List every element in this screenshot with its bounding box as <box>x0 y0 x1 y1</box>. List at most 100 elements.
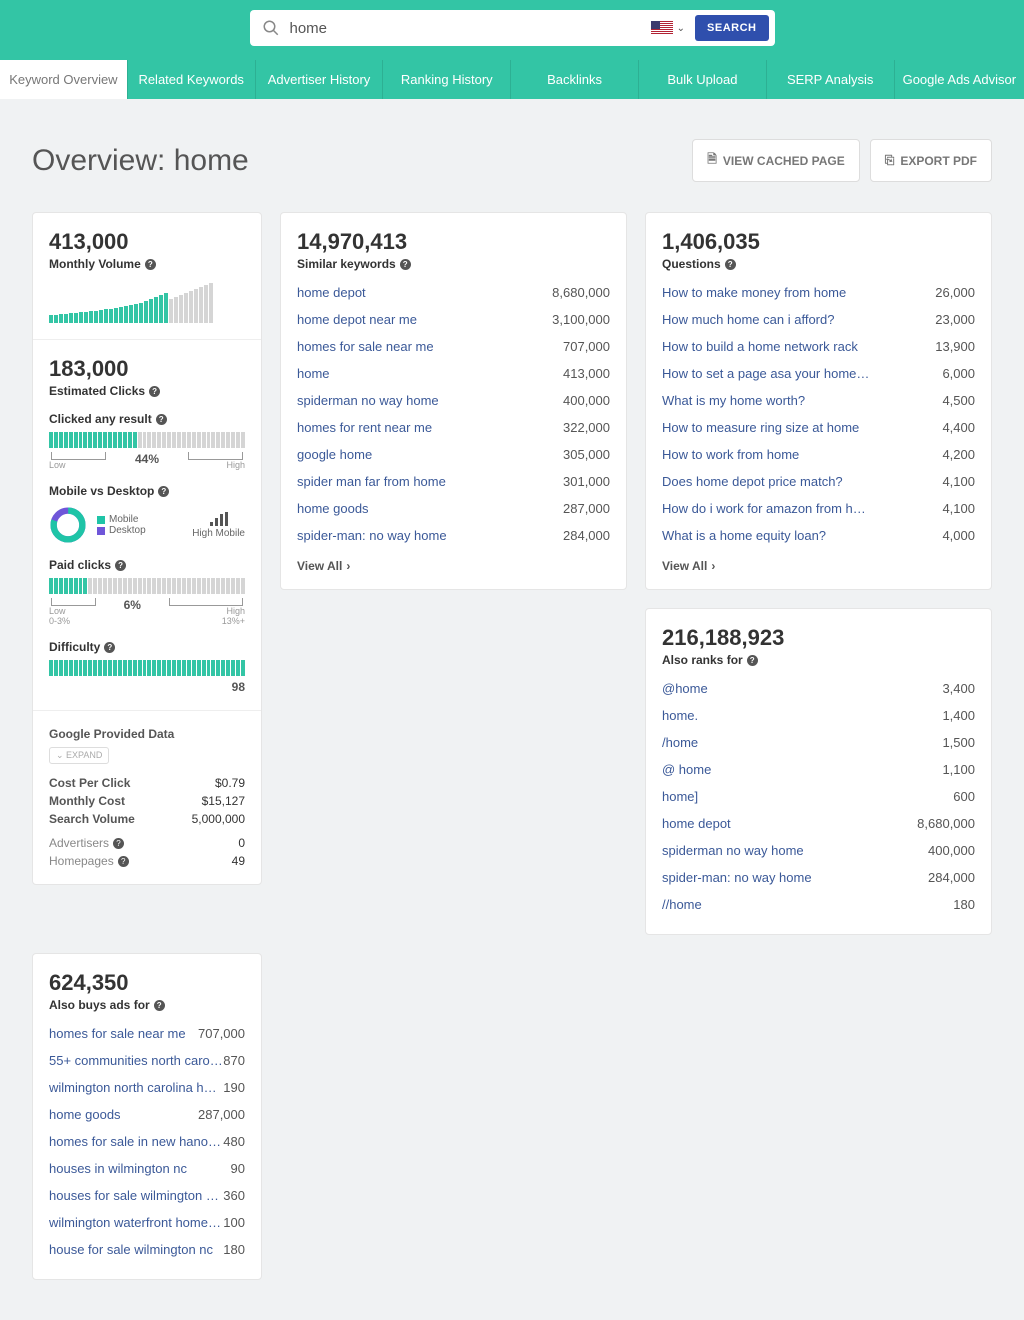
questions-list: How to make money from home26,000 How muc… <box>662 279 975 549</box>
keyword-link[interactable]: What is my home worth? <box>662 393 805 408</box>
grid: 413,000 Monthly Volume? 183,000 Estimate… <box>32 212 992 1280</box>
keyword-link[interactable]: home depot <box>297 285 366 300</box>
keyword-link[interactable]: spiderman no way home <box>662 843 804 858</box>
keyword-value: 180 <box>223 1242 245 1257</box>
keyword-link[interactable]: spider-man: no way home <box>297 528 447 543</box>
list-item: How to make money from home26,000 <box>662 279 975 306</box>
list-item: spider man far from home301,000 <box>297 468 610 495</box>
help-icon[interactable]: ? <box>145 259 156 270</box>
keyword-link[interactable]: How do i work for amazon from home? <box>662 501 872 516</box>
keyword-value: 6,000 <box>942 366 975 381</box>
keyword-link[interactable]: home <box>297 366 330 381</box>
keyword-link[interactable]: houses for sale wilmington north carolin… <box>49 1188 223 1203</box>
keyword-link[interactable]: home depot near me <box>297 312 417 327</box>
keyword-link[interactable]: wilmington waterfront homes for sale <box>49 1215 223 1230</box>
list-item: /home1,500 <box>662 729 975 756</box>
list-item: home. 1,400 <box>662 702 975 729</box>
also-buys-count: 624,350 <box>49 970 245 996</box>
list-item: wilmington north carolina homes for sale… <box>49 1074 245 1101</box>
help-icon[interactable]: ? <box>115 560 126 571</box>
keyword-link[interactable]: How to measure ring size at home <box>662 420 859 435</box>
list-item: //home 180 <box>662 891 975 918</box>
low-sublabel: 0-3% <box>49 616 70 626</box>
keyword-link[interactable]: 55+ communities north carolina <box>49 1053 223 1068</box>
keyword-link[interactable]: spiderman no way home <box>297 393 439 408</box>
keyword-link[interactable]: home] <box>662 789 698 804</box>
search-input[interactable] <box>290 20 651 37</box>
help-icon[interactable]: ? <box>104 642 115 653</box>
tab-backlinks[interactable]: Backlinks <box>511 60 639 99</box>
mobile-desktop-label: Mobile vs Desktop <box>49 484 154 498</box>
keyword-link[interactable]: home goods <box>297 501 369 516</box>
tab-related-keywords[interactable]: Related Keywords <box>128 60 256 99</box>
tab-keyword-overview[interactable]: Keyword Overview <box>0 60 128 99</box>
help-icon[interactable]: ? <box>113 838 124 849</box>
keyword-link[interactable]: @home <box>662 681 708 696</box>
list-item: home goods287,000 <box>297 495 610 522</box>
keyword-value: 870 <box>223 1053 245 1068</box>
tab-advertiser-history[interactable]: Advertiser History <box>256 60 384 99</box>
legend-desktop-icon <box>97 527 105 535</box>
keyword-value: 1,400 <box>942 708 975 723</box>
keyword-link[interactable]: How much home can i afford? <box>662 312 834 327</box>
keyword-link[interactable]: homes for sale near me <box>49 1026 186 1041</box>
keyword-link[interactable]: homes for rent near me <box>297 420 432 435</box>
keyword-link[interactable]: homes for sale in new hanover county wil… <box>49 1134 223 1149</box>
list-item: home depot8,680,000 <box>297 279 610 306</box>
help-icon[interactable]: ? <box>149 386 160 397</box>
help-icon[interactable]: ? <box>747 655 758 666</box>
keyword-value: 13,900 <box>935 339 975 354</box>
keyword-link[interactable]: wilmington north carolina homes for sale <box>49 1080 223 1095</box>
view-cached-button[interactable]: 🗎VIEW CACHED PAGE <box>692 139 859 182</box>
keyword-link[interactable]: @ home <box>662 762 711 777</box>
list-item: @ home 1,100 <box>662 756 975 783</box>
keyword-link[interactable]: //home <box>662 897 702 912</box>
keyword-link[interactable]: How to set a page asa your home page usi… <box>662 366 872 381</box>
also-buys-label: Also buys ads for <box>49 998 150 1012</box>
keyword-link[interactable]: home goods <box>49 1107 121 1122</box>
keyword-link[interactable]: spider-man: no way home <box>662 870 812 885</box>
help-icon[interactable]: ? <box>154 1000 165 1011</box>
view-all-similar[interactable]: View All› <box>297 559 610 573</box>
export-pdf-label: EXPORT PDF <box>900 154 977 168</box>
clicked-any-value: 44% <box>135 452 159 466</box>
help-icon[interactable]: ? <box>118 856 129 867</box>
keyword-link[interactable]: spider man far from home <box>297 474 446 489</box>
export-pdf-button[interactable]: ⎘EXPORT PDF <box>870 139 992 182</box>
legend-mobile-icon <box>97 516 105 524</box>
keyword-link[interactable]: What is a home equity loan? <box>662 528 826 543</box>
keyword-link[interactable]: house for sale wilmington nc <box>49 1242 213 1257</box>
view-all-questions[interactable]: View All› <box>662 559 975 573</box>
tab-bulk-upload[interactable]: Bulk Upload <box>639 60 767 99</box>
help-icon[interactable]: ? <box>158 486 169 497</box>
keyword-link[interactable]: How to build a home network rack <box>662 339 858 354</box>
tab-ranking-history[interactable]: Ranking History <box>383 60 511 99</box>
keyword-link[interactable]: How to work from home <box>662 447 799 462</box>
keyword-link[interactable]: houses in wilmington nc <box>49 1161 187 1176</box>
expand-button[interactable]: ⌄ EXPAND <box>49 747 109 764</box>
search-button[interactable]: SEARCH <box>695 15 768 41</box>
country-selector[interactable]: ⌄ <box>651 21 685 35</box>
list-item: 55+ communities north carolina870 <box>49 1047 245 1074</box>
list-item: wilmington waterfront homes for sale100 <box>49 1209 245 1236</box>
keyword-link[interactable]: google home <box>297 447 372 462</box>
keyword-value: 90 <box>231 1161 245 1176</box>
tab-google-ads-advisor[interactable]: Google Ads Advisor <box>895 60 1024 99</box>
monthly-cost-value: $15,127 <box>202 794 245 808</box>
help-icon[interactable]: ? <box>156 414 167 425</box>
keyword-link[interactable]: Does home depot price match? <box>662 474 843 489</box>
list-item: home goods287,000 <box>49 1101 245 1128</box>
help-icon[interactable]: ? <box>400 259 411 270</box>
card-monthly-volume: 413,000 Monthly Volume? 183,000 Estimate… <box>32 212 262 885</box>
keyword-link[interactable]: home depot <box>662 816 731 831</box>
keyword-value: 180 <box>953 897 975 912</box>
keyword-link[interactable]: How to make money from home <box>662 285 846 300</box>
keyword-link[interactable]: homes for sale near me <box>297 339 434 354</box>
keyword-value: 400,000 <box>928 843 975 858</box>
chevron-down-icon: ⌄ <box>677 23 685 34</box>
help-icon[interactable]: ? <box>725 259 736 270</box>
tab-serp-analysis[interactable]: SERP Analysis <box>767 60 895 99</box>
keyword-link[interactable]: home. <box>662 708 698 723</box>
keyword-link[interactable]: /home <box>662 735 698 750</box>
keyword-value: 1,100 <box>942 762 975 777</box>
